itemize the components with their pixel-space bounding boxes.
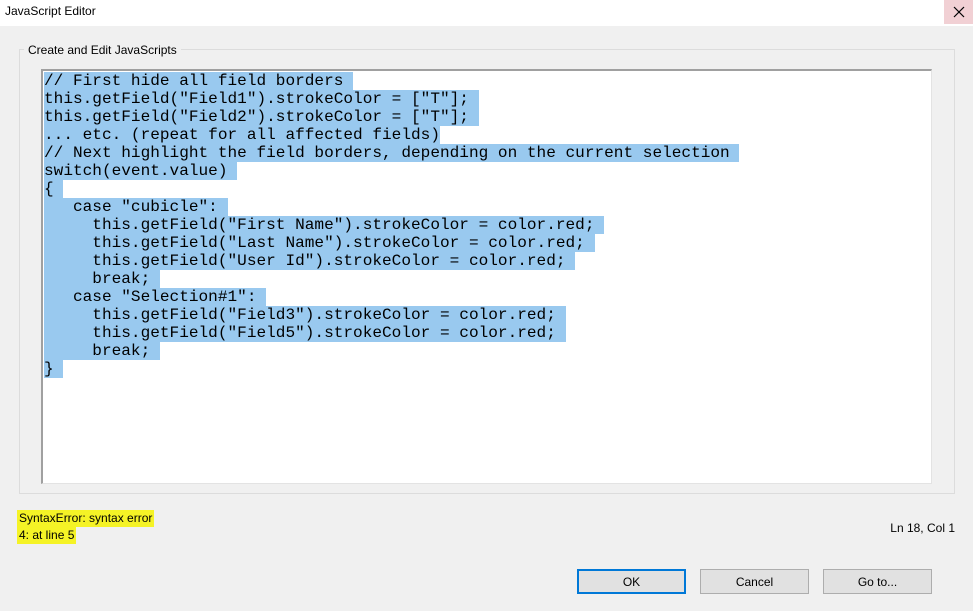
goto-button-label: Go to... xyxy=(857,574,898,589)
code-line[interactable]: this.getField("Last Name").strokeColor =… xyxy=(44,234,595,252)
ok-button-label: OK xyxy=(622,574,641,589)
cursor-position: Ln 18, Col 1 xyxy=(890,521,955,535)
code-line[interactable]: break; xyxy=(44,270,160,288)
selected-code-text: ... etc. (repeat for all affected fields… xyxy=(44,126,440,144)
code-line[interactable]: case "cubicle": xyxy=(44,198,228,216)
selected-code-text: this.getField("Last Name").strokeColor =… xyxy=(44,234,595,252)
selected-code-text: } xyxy=(44,360,64,378)
selected-code-text: this.getField("Field3").strokeColor = co… xyxy=(44,306,566,324)
cancel-button[interactable]: Cancel xyxy=(700,569,809,594)
selected-code-text: this.getField("Field2").strokeColor = ["… xyxy=(44,108,479,126)
cancel-button-label: Cancel xyxy=(735,574,774,589)
selected-code-text: // First hide all field borders xyxy=(44,72,354,90)
code-line[interactable]: this.getField("Field1").strokeColor = ["… xyxy=(44,90,479,108)
selected-code-text: this.getField("User Id").strokeColor = c… xyxy=(44,252,576,270)
close-icon xyxy=(953,6,964,18)
selected-code-text: break; xyxy=(44,342,160,360)
window-title: JavaScript Editor xyxy=(5,4,96,18)
code-line[interactable]: } xyxy=(44,360,64,378)
code-line[interactable]: break; xyxy=(44,342,160,360)
code-line[interactable]: switch(event.value) xyxy=(44,162,238,180)
selected-code-text: case "cubicle": xyxy=(44,198,228,216)
code-line[interactable]: // First hide all field borders xyxy=(44,72,354,90)
selected-code-text: this.getField("Field5").strokeColor = co… xyxy=(44,324,566,342)
selected-code-text: switch(event.value) xyxy=(44,162,238,180)
code-line[interactable]: this.getField("User Id").strokeColor = c… xyxy=(44,252,576,270)
error-line-1: SyntaxError: syntax error xyxy=(17,510,155,527)
selected-code-text: break; xyxy=(44,270,160,288)
selected-code-text: this.getField("First Name").strokeColor … xyxy=(44,216,605,234)
title-bar: JavaScript Editor xyxy=(0,0,973,26)
group-label: Create and Edit JavaScripts xyxy=(24,43,181,57)
selected-code-text: this.getField("Field1").strokeColor = ["… xyxy=(44,90,479,108)
ok-button[interactable]: OK xyxy=(577,569,686,594)
code-line[interactable]: case "Selection#1": xyxy=(44,288,267,306)
code-line[interactable]: // Next highlight the field borders, dep… xyxy=(44,144,740,162)
code-line[interactable]: ... etc. (repeat for all affected fields… xyxy=(44,126,440,144)
code-line[interactable]: this.getField("Field3").strokeColor = co… xyxy=(44,306,566,324)
code-line[interactable]: this.getField("First Name").strokeColor … xyxy=(44,216,605,234)
code-line[interactable]: this.getField("Field2").strokeColor = ["… xyxy=(44,108,479,126)
selected-code-text: { xyxy=(44,180,64,198)
code-line[interactable]: this.getField("Field5").strokeColor = co… xyxy=(44,324,566,342)
goto-button[interactable]: Go to... xyxy=(823,569,932,594)
code-line[interactable]: { xyxy=(44,180,64,198)
selected-code-text: // Next highlight the field borders, dep… xyxy=(44,144,740,162)
close-button[interactable] xyxy=(944,0,973,24)
error-line-2: 4: at line 5 xyxy=(17,527,77,544)
error-message: SyntaxError: syntax error 4: at line 5 xyxy=(17,510,155,544)
selected-code-text: case "Selection#1": xyxy=(44,288,267,306)
code-editor[interactable]: // First hide all field borders this.get… xyxy=(41,69,932,484)
